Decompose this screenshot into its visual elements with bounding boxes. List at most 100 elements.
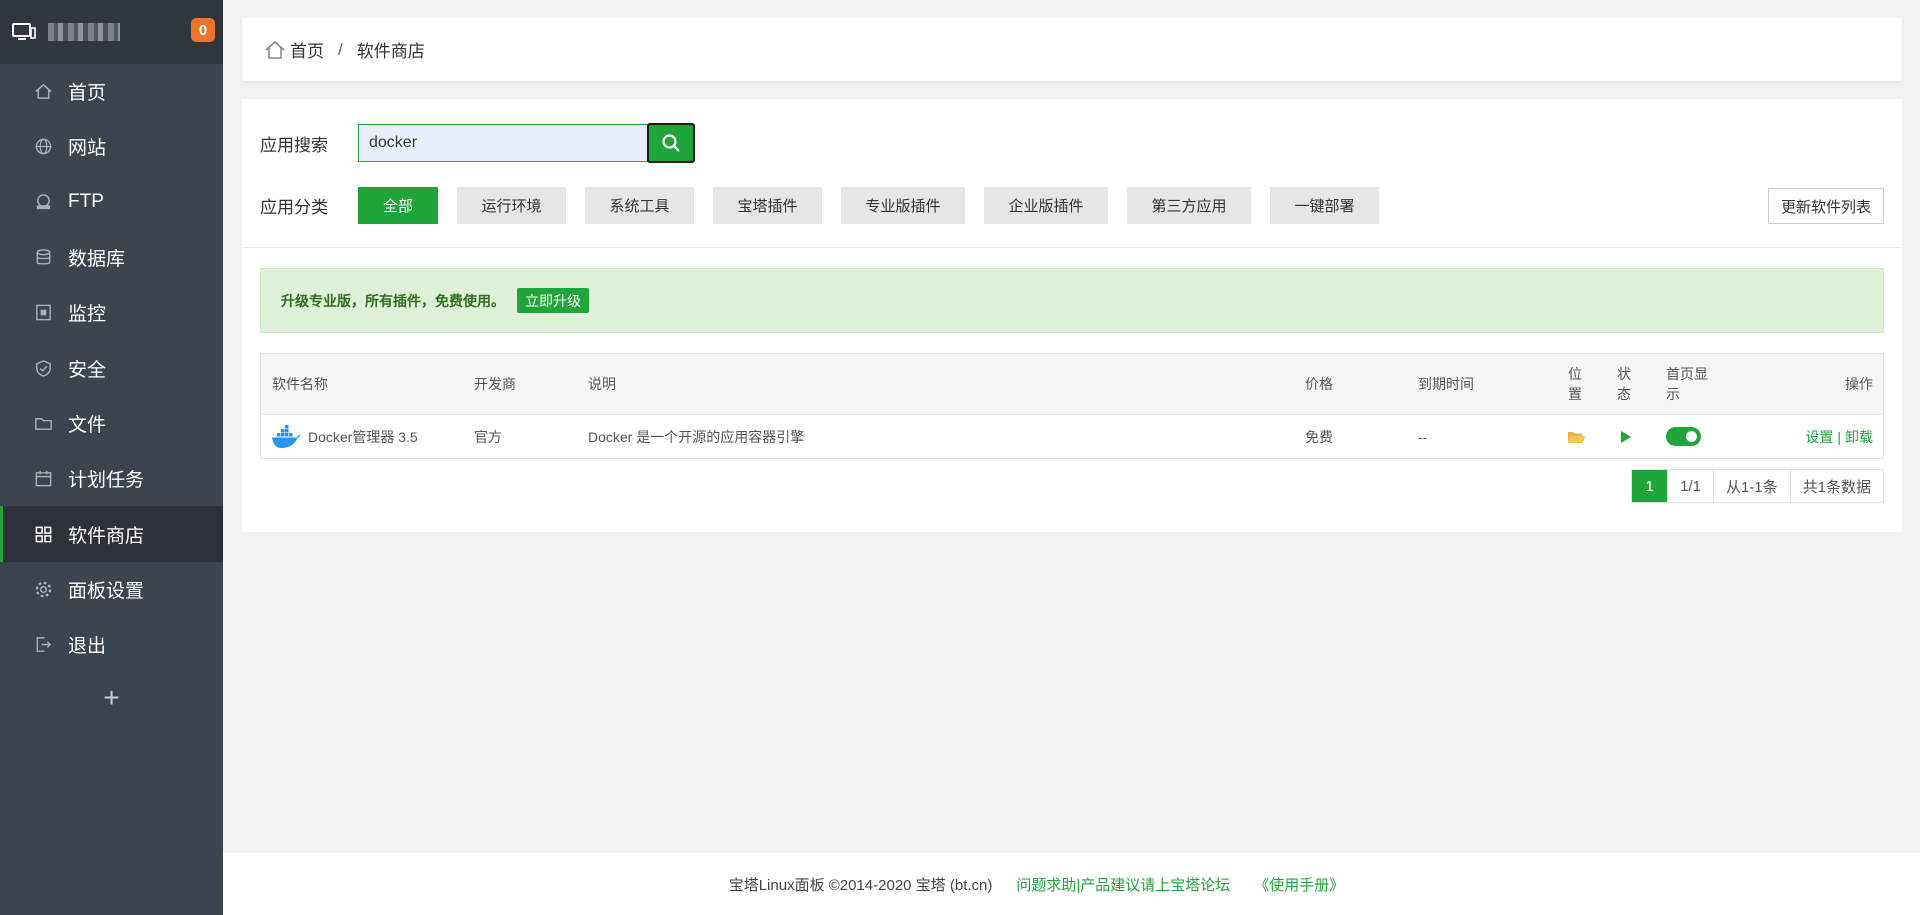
sidebar-item-label: 软件商店	[68, 525, 145, 547]
upgrade-text: 升级专业版，所有插件，免费使用。	[281, 292, 505, 309]
header-name: 软件名称	[272, 376, 328, 392]
header-expire: 到期时间	[1418, 376, 1474, 392]
sidebar-item-label: 安全	[68, 359, 107, 381]
header-homepage-display: 首页显 示	[1666, 354, 1708, 414]
monitor-icon	[33, 303, 53, 323]
upgrade-banner: 升级专业版，所有插件，免费使用。 立即升级	[260, 268, 1884, 333]
breadcrumb-current: 软件商店	[356, 42, 425, 61]
page-total: 共1条数据	[1789, 470, 1883, 502]
home-icon	[265, 40, 285, 59]
app-search-input[interactable]	[358, 124, 648, 162]
search-button[interactable]	[647, 123, 695, 163]
sidebar-item-label: 退出	[68, 636, 107, 658]
table-row: Docker管理器 3.5 官方 Docker 是一个开源的应用容器引擎 免费 …	[261, 415, 1883, 458]
sidebar-item-label: FTP	[68, 191, 104, 213]
category-enterprise-plugins[interactable]: 企业版插件	[984, 187, 1108, 224]
software-expire: --	[1418, 428, 1428, 445]
homepage-display-cell	[1666, 415, 1701, 458]
footer-copyright: 宝塔Linux面板 ©2014-2020 宝塔 (bt.cn)	[728, 876, 993, 894]
add-shortcut-button[interactable]: +	[0, 672, 223, 724]
category-all[interactable]: 全部	[358, 187, 438, 224]
home-icon	[33, 82, 53, 102]
sidebar-header: 0	[0, 0, 223, 64]
header-homepage-line2: 示	[1666, 386, 1680, 402]
sidebar-item-panel-settings[interactable]: 面板设置	[0, 562, 223, 617]
software-developer: 官方	[474, 428, 502, 445]
notification-badge[interactable]: 0	[191, 18, 215, 42]
header-actions: 操作	[1845, 376, 1873, 392]
sidebar-item-ftp[interactable]: FTP	[0, 175, 223, 230]
service-status-button[interactable]	[1620, 415, 1632, 458]
software-description: Docker 是一个开源的应用容器引擎	[588, 428, 805, 445]
header-location-line2: 置	[1568, 386, 1582, 402]
sidebar-item-label: 监控	[68, 304, 107, 326]
category-row: 应用分类 全部 运行环境 系统工具 宝塔插件 专业版插件 企业版插件 第三方应用…	[260, 187, 1398, 224]
grid-icon	[33, 524, 53, 544]
category-third-party[interactable]: 第三方应用	[1127, 187, 1251, 224]
footer-manual-link[interactable]: 《使用手册》	[1254, 874, 1344, 895]
sidebar-item-website[interactable]: 网站	[0, 119, 223, 174]
breadcrumb: 首页 / 软件商店	[242, 18, 1902, 81]
sidebar: 0 首页 网站 FTP 数据库 监控 安全 文件 计划任务 软件商店 面板设置 …	[0, 0, 223, 915]
header-homepage-line1: 首页显	[1666, 366, 1708, 382]
homepage-display-toggle[interactable]	[1666, 427, 1701, 446]
upgrade-now-button[interactable]: 立即升级	[517, 288, 589, 313]
sidebar-item-label: 网站	[68, 138, 107, 160]
footer-forum-link[interactable]: 问题求助|产品建议请上宝塔论坛	[1016, 874, 1230, 895]
software-name: Docker管理器 3.5	[308, 428, 418, 445]
software-name-cell: Docker管理器 3.5	[271, 415, 418, 458]
header-status-line1: 状	[1617, 366, 1631, 382]
header-developer: 开发商	[474, 376, 516, 392]
logout-icon	[33, 635, 53, 655]
uninstall-link[interactable]: 卸载	[1845, 427, 1873, 447]
sidebar-item-monitor[interactable]: 监控	[0, 285, 223, 340]
category-pro-plugins[interactable]: 专业版插件	[841, 187, 965, 224]
category-system-tools[interactable]: 系统工具	[585, 187, 694, 224]
category-bt-plugins[interactable]: 宝塔插件	[713, 187, 822, 224]
play-icon	[1621, 430, 1631, 443]
sidebar-item-logout[interactable]: 退出	[0, 617, 223, 672]
pagination: 1 1/1 从1-1条 共1条数据	[1631, 469, 1884, 503]
table-header: 软件名称 开发商 说明 价格 到期时间 位 置 状 态 首页显 示 操作	[261, 354, 1883, 415]
sidebar-item-security[interactable]: 安全	[0, 340, 223, 395]
shield-icon	[33, 358, 53, 378]
software-table: 软件名称 开发商 说明 价格 到期时间 位 置 状 态 首页显 示 操作 Doc…	[260, 353, 1884, 459]
software-store-panel: 应用搜索 应用分类 全部 运行环境 系统工具 宝塔插件 专业版插件 企业版插件 …	[242, 99, 1902, 532]
header-location-line1: 位	[1568, 366, 1582, 382]
breadcrumb-separator: /	[338, 39, 343, 59]
server-ip-blurred	[48, 23, 120, 41]
category-label: 应用分类	[260, 198, 328, 217]
open-folder-button[interactable]	[1567, 415, 1586, 458]
page-current[interactable]: 1	[1632, 470, 1668, 502]
calendar-icon	[33, 469, 53, 489]
header-status: 状 态	[1617, 354, 1631, 414]
sidebar-item-label: 数据库	[68, 249, 126, 271]
docker-logo-icon	[272, 424, 301, 448]
folder-icon	[33, 413, 53, 433]
server-monitor-icon	[12, 21, 40, 43]
header-price: 价格	[1305, 376, 1333, 392]
sidebar-item-database[interactable]: 数据库	[0, 230, 223, 285]
sidebar-menu: 首页 网站 FTP 数据库 监控 安全 文件 计划任务 软件商店 面板设置 退出	[0, 64, 223, 672]
page-range: 从1-1条	[1712, 470, 1790, 502]
sidebar-item-label: 面板设置	[68, 580, 145, 602]
ftp-icon	[33, 192, 53, 212]
settings-link[interactable]: 设置	[1805, 427, 1833, 447]
divider	[242, 247, 1902, 248]
breadcrumb-home[interactable]: 首页	[290, 37, 324, 62]
sidebar-item-home[interactable]: 首页	[0, 64, 223, 119]
database-icon	[33, 248, 53, 268]
sidebar-item-files[interactable]: 文件	[0, 396, 223, 451]
gear-icon	[33, 579, 53, 599]
header-location: 位 置	[1568, 354, 1582, 414]
header-description: 说明	[588, 376, 616, 392]
action-separator: |	[1837, 428, 1841, 445]
category-one-click-deploy[interactable]: 一键部署	[1270, 187, 1379, 224]
page-count: 1/1	[1667, 470, 1713, 502]
sidebar-item-cron[interactable]: 计划任务	[0, 451, 223, 506]
sidebar-item-software-store[interactable]: 软件商店	[0, 506, 223, 562]
software-price: 免费	[1305, 428, 1333, 445]
update-software-list-button[interactable]: 更新软件列表	[1768, 188, 1884, 224]
category-runtime[interactable]: 运行环境	[457, 187, 566, 224]
sidebar-item-label: 文件	[68, 414, 107, 436]
